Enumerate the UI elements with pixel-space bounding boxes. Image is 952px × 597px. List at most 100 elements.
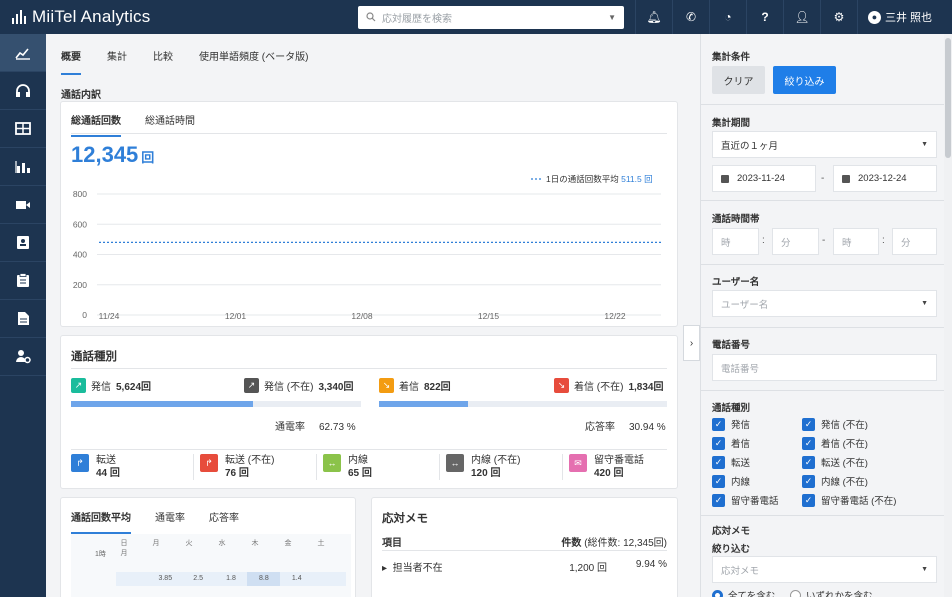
apply-filter-button[interactable]: 絞り込み: [773, 66, 836, 94]
bell-icon[interactable]: 🔔︎: [635, 0, 672, 34]
connect-rate-value: 62.73 %: [319, 422, 356, 433]
mini-value: 120 回: [471, 468, 501, 479]
memo-placeholder: 応対メモ: [721, 565, 760, 577]
checkbox-label: 発信 (不在): [821, 420, 868, 431]
search-input[interactable]: 応対履歴を検索 ▼: [358, 5, 624, 29]
dashboard-icon[interactable]: ◔: [709, 0, 746, 34]
tab-answer-rate[interactable]: 応答率: [209, 509, 239, 534]
phone-label: 電話番号: [712, 340, 751, 351]
date-from-value: 2023-11-24: [737, 173, 785, 184]
checkbox-voicemail-missed[interactable]: ✓ 留守番電話 (不在): [802, 493, 896, 507]
scrollbar-thumb[interactable]: [945, 38, 951, 158]
date-from-field[interactable]: 2023-11-24: [712, 165, 816, 192]
start-hour-input[interactable]: 時: [712, 228, 759, 255]
tab-connect-rate[interactable]: 通電率: [155, 509, 185, 534]
stat-label: 発信 (不在): [264, 382, 314, 393]
outgoing-missed-icon: ↗: [244, 378, 259, 393]
period-value: 直近の１ヶ月: [721, 140, 779, 152]
x-tick-label: 11/24: [99, 311, 120, 321]
nav-clipboard-icon[interactable]: [0, 262, 46, 300]
divider: [71, 133, 667, 134]
period-select[interactable]: 直近の１ヶ月 ▼: [712, 131, 937, 158]
memo-row[interactable]: ▸ 担当者不在 1,200 回 9.94 %: [382, 559, 667, 574]
checkbox-transfer[interactable]: ✓ 転送: [712, 455, 750, 469]
stat-value: 5,624回: [116, 382, 152, 393]
phone-input[interactable]: 電話番号: [712, 354, 937, 381]
mini-label: 転送: [96, 455, 116, 466]
end-minute-input[interactable]: 分: [892, 228, 937, 255]
phone-icon[interactable]: ✆: [672, 0, 709, 34]
call-type-label: 通話種別: [712, 403, 751, 414]
average-card: 通話回数平均 通電率 応答率 日月 月 火 水 木 金 土 1時 3.85 2.…: [61, 498, 355, 597]
brand-logo[interactable]: MiiTel Analytics: [0, 7, 358, 27]
user-select[interactable]: ユーザー名 ▼: [712, 290, 937, 317]
radio-match-any[interactable]: いずれかを含む: [790, 588, 873, 597]
user-admin-icon[interactable]: 👤︎: [783, 0, 820, 34]
checkbox-incoming-missed[interactable]: ✓ 着信 (不在): [802, 436, 868, 450]
memo-select[interactable]: 応対メモ ▼: [712, 556, 937, 583]
date-to-field[interactable]: 2023-12-24: [833, 165, 937, 192]
mini-label: 内線 (不在): [471, 455, 521, 466]
main-tabs: 概要 集計 比較 使用単語頻度 (ベータ版): [61, 48, 334, 75]
checkbox-extension[interactable]: ✓ 内線: [712, 474, 750, 488]
mini-voicemail: ✉ 留守番電話 420 回: [563, 454, 686, 480]
divider: [701, 327, 945, 328]
tab-aggregate[interactable]: 集計: [107, 48, 127, 75]
scrollbar[interactable]: [944, 34, 952, 597]
day-label: 火: [185, 540, 193, 547]
tab-compare[interactable]: 比較: [153, 48, 173, 75]
end-hour-input[interactable]: 時: [833, 228, 879, 255]
checkbox-outgoing[interactable]: ✓ 発信: [712, 417, 750, 431]
checkbox-transfer-missed[interactable]: ✓ 転送 (不在): [802, 455, 868, 469]
checkbox-incoming[interactable]: ✓ 着信: [712, 436, 750, 450]
tab-overview[interactable]: 概要: [61, 48, 81, 75]
incoming-icon: ↘: [379, 378, 394, 393]
nav-user-settings-icon[interactable]: [0, 338, 46, 376]
chevron-down-icon[interactable]: ▼: [608, 13, 616, 22]
mini-label: 留守番電話: [594, 455, 644, 466]
mini-value: 65 回: [348, 468, 372, 479]
checkbox-voicemail[interactable]: ✓ 留守番電話: [712, 493, 779, 507]
check-icon: ✓: [802, 417, 815, 431]
user-menu[interactable]: ● 三井 照也: [857, 0, 952, 34]
clear-button[interactable]: クリア: [712, 66, 765, 94]
nav-analytics-icon[interactable]: [0, 34, 46, 72]
heat-cell: 1.4: [291, 575, 302, 582]
nav-video-icon[interactable]: [0, 186, 46, 224]
x-tick-label: 12/01: [225, 311, 247, 321]
nav-bar-chart-icon[interactable]: [0, 148, 46, 186]
mini-extension: ↔ 内線 65 回: [317, 454, 440, 480]
heat-cell: 8.8: [247, 572, 281, 586]
y-tick-label: 200: [73, 280, 87, 290]
nav-table-icon[interactable]: [0, 110, 46, 148]
checkbox-outgoing-missed[interactable]: ✓ 発信 (不在): [802, 417, 868, 431]
stat-label: 着信: [399, 382, 419, 393]
check-icon: ✓: [802, 455, 815, 469]
start-minute-placeholder: 分: [781, 237, 791, 249]
tab-avg-calls[interactable]: 通話回数平均: [71, 509, 131, 534]
answer-rate-bar: [379, 401, 667, 407]
divider: [701, 515, 945, 516]
voicemail-icon: ✉: [569, 454, 587, 472]
gear-icon[interactable]: ⚙: [820, 0, 857, 34]
main-content: 概要 集計 比較 使用単語頻度 (ベータ版) 通話内訳 総通話回数 総通話時間 …: [46, 34, 700, 597]
help-icon[interactable]: ?: [746, 0, 783, 34]
checkbox-label: 発信: [731, 420, 751, 431]
connect-rate-fill: [71, 401, 253, 407]
expand-icon[interactable]: ▸: [382, 563, 387, 574]
tab-word-frequency[interactable]: 使用単語頻度 (ベータ版): [199, 48, 308, 75]
start-minute-input[interactable]: 分: [772, 228, 819, 255]
collapse-panel-button[interactable]: ›: [684, 326, 699, 360]
radio-label: 全てを含む: [728, 591, 776, 597]
radio-match-all[interactable]: 全てを含む: [712, 588, 775, 597]
checkbox-extension-missed[interactable]: ✓ 内線 (不在): [802, 474, 868, 488]
memo-title: 応対メモ: [382, 513, 428, 525]
nav-headset-icon[interactable]: [0, 72, 46, 110]
check-icon: ✓: [712, 436, 725, 450]
nav-contact-book-icon[interactable]: [0, 224, 46, 262]
heat-cell: [116, 572, 149, 586]
extension-icon: ↔: [323, 454, 341, 472]
day-label: 水: [218, 540, 226, 547]
check-icon: ✓: [712, 474, 725, 488]
nav-document-icon[interactable]: [0, 300, 46, 338]
